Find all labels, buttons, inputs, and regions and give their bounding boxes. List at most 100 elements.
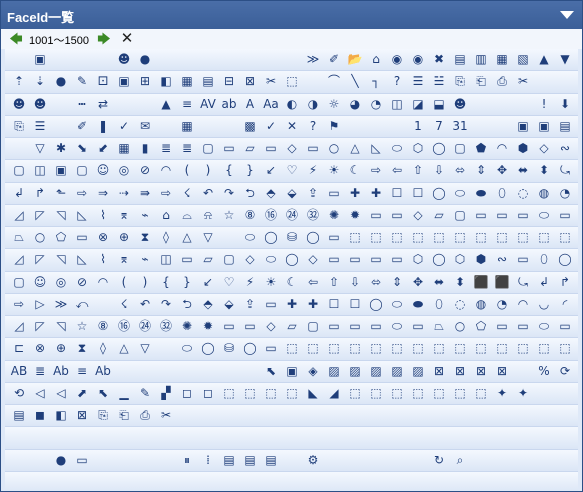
face-id-icon[interactable]: ☾ xyxy=(345,161,365,180)
face-id-icon[interactable]: ┅ xyxy=(72,95,92,114)
face-id-icon[interactable]: 1 xyxy=(408,117,428,136)
face-id-icon[interactable]: ◇ xyxy=(303,250,323,269)
face-id-icon[interactable]: ⬙ xyxy=(219,295,239,314)
face-id-icon[interactable]: ▣ xyxy=(282,362,302,381)
face-id-icon[interactable]: ⬚ xyxy=(240,384,260,403)
face-id-icon[interactable]: ◎ xyxy=(51,273,71,292)
face-id-icon[interactable]: ▧ xyxy=(513,50,533,69)
face-id-icon[interactable]: ⇨ xyxy=(366,161,386,180)
face-id-icon[interactable]: ◯ xyxy=(240,339,260,358)
face-id-icon[interactable]: ▭ xyxy=(345,317,365,336)
face-id-icon[interactable]: ↙ xyxy=(261,161,281,180)
face-id-icon[interactable]: ▤ xyxy=(219,451,239,470)
face-id-icon[interactable]: ▭ xyxy=(261,339,281,358)
face-id-icon[interactable]: ⎙ xyxy=(135,406,155,425)
face-id-icon[interactable]: ▤ xyxy=(9,406,29,425)
face-id-icon[interactable]: ▨ xyxy=(324,362,344,381)
face-id-icon[interactable]: ↱ xyxy=(555,273,575,292)
face-id-icon[interactable]: ⬊ xyxy=(72,139,92,158)
face-id-icon[interactable]: ● xyxy=(51,72,71,91)
face-id-icon[interactable]: ◁ xyxy=(30,384,50,403)
face-id-icon[interactable]: ⬬ xyxy=(471,184,491,203)
face-id-icon[interactable]: ▭ xyxy=(324,184,344,203)
face-id-icon[interactable]: ◜ xyxy=(555,295,575,314)
face-id-icon[interactable]: ☆ xyxy=(219,206,239,225)
face-id-icon[interactable]: { xyxy=(219,161,239,180)
face-id-icon[interactable]: ▭ xyxy=(387,250,407,269)
face-id-icon[interactable]: ☆ xyxy=(72,317,92,336)
face-id-icon[interactable]: ⊕ xyxy=(114,228,134,247)
face-id-icon[interactable]: ⇡ xyxy=(9,72,29,91)
face-id-icon[interactable]: ⊠ xyxy=(450,362,470,381)
face-id-icon[interactable]: ⇣ xyxy=(30,72,50,91)
face-id-icon[interactable]: ▱ xyxy=(429,206,449,225)
face-id-icon[interactable]: ⬑ xyxy=(51,184,71,203)
face-id-icon[interactable]: ⌇ xyxy=(93,250,113,269)
face-id-icon[interactable]: ▁ xyxy=(114,384,134,403)
face-id-icon[interactable]: ⇩ xyxy=(429,161,449,180)
face-id-icon[interactable]: ⬭ xyxy=(450,184,470,203)
face-id-icon[interactable]: ▢ xyxy=(198,139,218,158)
face-id-icon[interactable]: ⇕ xyxy=(387,273,407,292)
face-id-icon[interactable]: ⬇ xyxy=(555,95,575,114)
face-id-icon[interactable]: AB xyxy=(9,362,29,381)
face-id-icon[interactable]: ⌁ xyxy=(135,250,155,269)
face-id-icon[interactable]: ▤ xyxy=(450,50,470,69)
face-id-icon[interactable]: ▤ xyxy=(198,72,218,91)
face-id-icon[interactable]: ↲ xyxy=(9,184,29,203)
face-id-icon[interactable]: ▭ xyxy=(324,250,344,269)
face-id-icon[interactable]: Aa xyxy=(261,95,281,114)
face-id-icon[interactable]: ▱ xyxy=(240,139,260,158)
face-id-icon[interactable]: ↶ xyxy=(135,295,155,314)
face-id-icon[interactable]: ⤿ xyxy=(555,161,575,180)
face-id-icon[interactable]: ⑯ xyxy=(114,317,134,336)
face-id-icon[interactable]: ◿ xyxy=(9,317,29,336)
face-id-icon[interactable]: ⬘ xyxy=(261,184,281,203)
face-id-icon[interactable]: ╲ xyxy=(345,72,365,91)
face-id-icon[interactable]: A xyxy=(240,95,260,114)
face-id-icon[interactable]: ▽ xyxy=(198,228,218,247)
face-id-icon[interactable]: ▱ xyxy=(282,317,302,336)
face-id-icon[interactable]: ⬯ xyxy=(429,295,449,314)
face-id-icon[interactable]: ▭ xyxy=(219,139,239,158)
face-id-icon[interactable]: ▤ xyxy=(261,451,281,470)
face-id-icon[interactable]: ⬯ xyxy=(534,250,554,269)
face-id-icon[interactable]: ⧗ xyxy=(72,339,92,358)
face-id-icon[interactable]: ≫ xyxy=(303,50,323,69)
face-id-icon[interactable]: ⬈ xyxy=(72,384,92,403)
face-id-icon[interactable]: ⬚ xyxy=(282,72,302,91)
face-id-icon[interactable]: ⬚ xyxy=(408,228,428,247)
face-id-icon[interactable]: ◻ xyxy=(177,384,197,403)
face-id-icon[interactable]: ◹ xyxy=(51,206,71,225)
face-id-icon[interactable]: ◊ xyxy=(93,339,113,358)
face-id-icon[interactable]: ◼ xyxy=(30,406,50,425)
face-id-icon[interactable]: ⬢ xyxy=(471,250,491,269)
face-id-icon[interactable]: ✐ xyxy=(72,117,92,136)
face-id-icon[interactable]: ✓ xyxy=(114,117,134,136)
face-id-icon[interactable]: ▣ xyxy=(114,72,134,91)
face-id-icon[interactable]: ↙ xyxy=(198,273,218,292)
face-id-icon[interactable]: ⇨ xyxy=(72,184,92,203)
face-id-icon[interactable]: ⬚ xyxy=(408,339,428,358)
face-id-icon[interactable]: ▥ xyxy=(471,50,491,69)
face-id-icon[interactable]: ✹ xyxy=(198,317,218,336)
face-id-icon[interactable]: ✂ xyxy=(261,72,281,91)
face-id-icon[interactable]: ⬌ xyxy=(513,161,533,180)
face-id-icon[interactable]: ○ xyxy=(30,228,50,247)
face-id-icon[interactable]: ⊘ xyxy=(72,273,92,292)
face-id-icon[interactable]: ▦ xyxy=(492,50,512,69)
face-id-icon[interactable]: ✺ xyxy=(324,206,344,225)
face-id-icon[interactable]: ○ xyxy=(324,139,344,158)
face-id-icon[interactable]: ⤿ xyxy=(513,273,533,292)
face-id-icon[interactable]: ▢ xyxy=(450,139,470,158)
face-id-icon[interactable]: ▭ xyxy=(555,317,575,336)
face-id-icon[interactable]: ⊏ xyxy=(9,339,29,358)
face-id-icon[interactable]: ☇ xyxy=(177,184,197,203)
face-id-icon[interactable]: ⇨ xyxy=(9,295,29,314)
face-id-icon[interactable]: ▞ xyxy=(156,384,176,403)
face-id-icon[interactable]: ☺ xyxy=(93,161,113,180)
face-id-icon[interactable]: ◌ xyxy=(513,184,533,203)
face-id-icon[interactable]: ( xyxy=(114,273,134,292)
face-id-icon[interactable]: ▼ xyxy=(555,50,575,69)
face-id-icon[interactable]: ㉜ xyxy=(303,206,323,225)
